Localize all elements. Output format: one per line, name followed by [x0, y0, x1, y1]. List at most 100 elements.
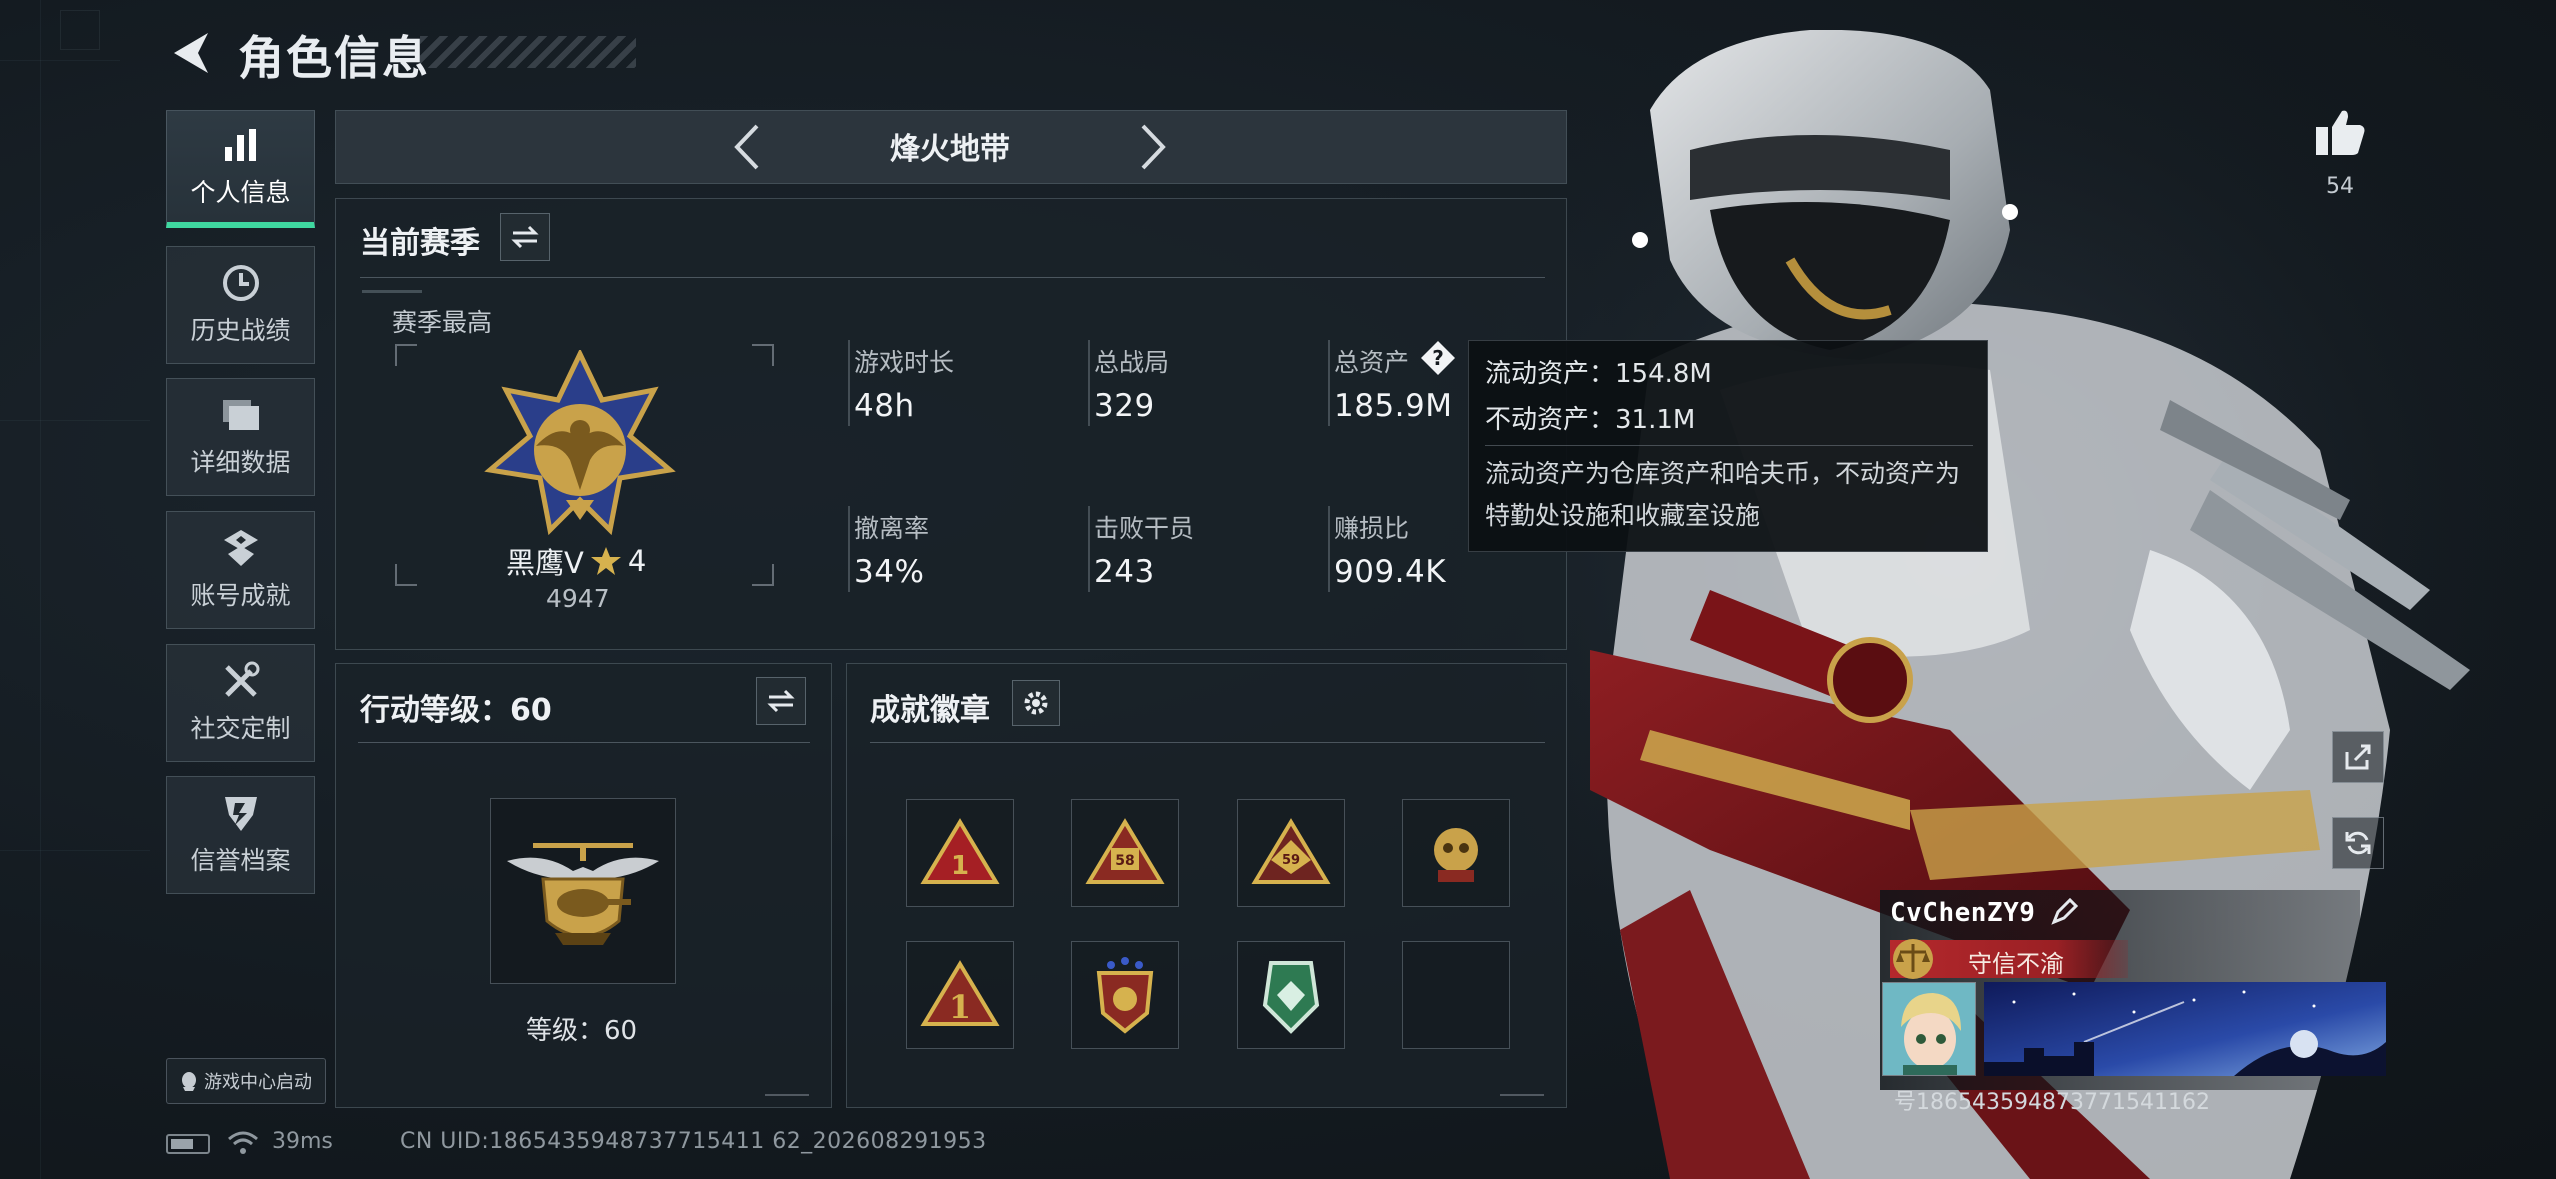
green-shield-badge-icon: [1262, 961, 1320, 1034]
stat-label-total-assets: 总资产: [1334, 348, 1410, 377]
tooltip-fixed-assets: 不动资产：31.1M: [1485, 405, 1696, 435]
badge-slot[interactable]: 1: [906, 799, 1014, 907]
level-emblem-frame: [490, 798, 676, 984]
rank-stars: 4: [627, 544, 647, 578]
panel-corner-decoration: [765, 1082, 809, 1096]
nav-item-credit-file[interactable]: 信誉档案: [166, 776, 315, 894]
star-icon: [590, 547, 621, 575]
stat-label-total-matches: 总战局: [1094, 348, 1170, 377]
badge-slot[interactable]: 58: [1071, 799, 1179, 907]
frame-corner: [752, 564, 774, 586]
share-icon: [2345, 744, 2371, 770]
anime-avatar-image: [1883, 983, 1975, 1075]
nav-item-label: 历史战绩: [190, 316, 291, 345]
divider: [358, 742, 810, 743]
player-id: 号186543594873771541162: [1894, 1090, 2210, 1115]
tooltip-divider: [1485, 445, 1973, 446]
season-best-label: 赛季最高: [392, 308, 493, 337]
nav-item-personal-info[interactable]: 个人信息: [166, 110, 315, 228]
starry-night-card-image: [1984, 982, 2386, 1076]
shield-star-badge-icon: [1096, 957, 1154, 1034]
stat-divider: [1328, 340, 1330, 426]
frame-corner: [395, 344, 417, 366]
svg-text:58: 58: [1115, 853, 1134, 869]
action-level-switch-button[interactable]: [756, 677, 806, 725]
season-switch-button[interactable]: [500, 213, 550, 261]
nav-item-detailed-data[interactable]: 详细数据: [166, 378, 315, 496]
mode-prev-button[interactable]: [716, 114, 776, 180]
like-count: 54: [2326, 174, 2354, 199]
tools-icon: [219, 661, 263, 701]
uid-text: CN UID:1865435948737715411 62_2026082919…: [400, 1129, 987, 1154]
badge-slot[interactable]: [1402, 799, 1510, 907]
nav-item-social-custom[interactable]: 社交定制: [166, 644, 315, 762]
badges-settings-button[interactable]: [1012, 680, 1060, 726]
stat-value-profit-ratio: 909.4K: [1334, 554, 1447, 590]
name-card[interactable]: [1984, 982, 2386, 1076]
rank-emblem-eagle-icon: [484, 350, 676, 536]
medal-icon: [219, 528, 263, 568]
stat-label-profit-ratio: 赚损比: [1334, 514, 1410, 543]
gear-icon: [1024, 691, 1048, 715]
divider: [360, 277, 1545, 278]
asset-tooltip: 流动资产：154.8M 不动资产：31.1M 流动资产为仓库资产和哈夫币，不动资…: [1468, 340, 1988, 552]
nav-item-achievements[interactable]: 账号成就: [166, 511, 315, 629]
triangle-rank-1-badge-icon: 1: [920, 818, 1000, 884]
stat-value-playtime: 48h: [854, 388, 915, 424]
nav-item-label: 详细数据: [190, 448, 291, 477]
title-badge-text: 守信不渝: [1968, 950, 2064, 978]
asset-help-button[interactable]: ?: [1420, 340, 1456, 376]
helicopter-badge-icon: [507, 843, 659, 945]
shield-icon: [219, 793, 263, 833]
skull-badge-icon: [1434, 828, 1478, 882]
stat-divider: [1088, 506, 1090, 592]
triangle-58-badge-icon: 58: [1085, 818, 1165, 884]
badge-slot[interactable]: [1237, 941, 1345, 1049]
battery-icon: [166, 1134, 210, 1154]
badge-slot[interactable]: [1071, 941, 1179, 1049]
stat-value-extract-rate: 34%: [854, 554, 925, 590]
like-button[interactable]: [2312, 104, 2368, 160]
nav-item-history[interactable]: 历史战绩: [166, 246, 315, 364]
back-arrow-icon: [174, 33, 208, 73]
stat-value-total-assets: 185.9M: [1334, 388, 1453, 424]
wifi-icon: [228, 1131, 258, 1154]
badge-slot-empty[interactable]: [1402, 941, 1510, 1049]
badge-slot[interactable]: 59: [1237, 799, 1345, 907]
chevron-right-icon: [1141, 124, 1166, 170]
question-diamond-icon: ?: [1421, 341, 1455, 375]
badges-title: 成就徽章: [870, 693, 990, 728]
stat-divider: [848, 340, 850, 426]
chevron-left-icon: [734, 124, 759, 170]
player-name: CvChenZY9: [1890, 898, 2036, 928]
nav-item-label: 个人信息: [190, 177, 291, 207]
pencil-icon: [2051, 897, 2079, 925]
bar-chart-icon: [219, 125, 263, 165]
rank-name: 黑鹰V: [506, 546, 584, 580]
tooltip-description: 流动资产为仓库资产和哈夫币，不动资产为特勤处设施和收藏室设施: [1485, 459, 1961, 530]
refresh-icon: [2345, 831, 2371, 855]
season-title: 当前赛季: [360, 226, 480, 261]
clock-icon: [219, 263, 263, 303]
nav-item-label: 信誉档案: [190, 846, 291, 875]
back-button[interactable]: [160, 22, 220, 84]
divider-accent: [362, 290, 422, 293]
stat-label-operators-defeated: 击败干员: [1094, 514, 1195, 543]
panel-corner-decoration: [1500, 1082, 1544, 1096]
rank-score: 4947: [546, 584, 610, 613]
stat-label-playtime: 游戏时长: [854, 348, 955, 377]
stat-divider: [1328, 506, 1330, 592]
ping-text: 39ms: [272, 1129, 333, 1154]
frame-corner: [752, 344, 774, 366]
mode-next-button[interactable]: [1124, 114, 1184, 180]
refresh-button[interactable]: [2332, 817, 2384, 869]
mode-name: 烽火地带: [890, 132, 1010, 167]
badge-slot[interactable]: 1: [906, 941, 1014, 1049]
share-button[interactable]: [2332, 731, 2384, 783]
edit-name-button[interactable]: [2050, 897, 2080, 928]
game-center-launch-button[interactable]: 游戏中心启动: [166, 1058, 326, 1104]
nav-item-label: 社交定制: [190, 714, 291, 743]
stat-divider: [1088, 340, 1090, 426]
level-label: 等级：60: [526, 1016, 638, 1046]
avatar[interactable]: [1882, 982, 1976, 1076]
